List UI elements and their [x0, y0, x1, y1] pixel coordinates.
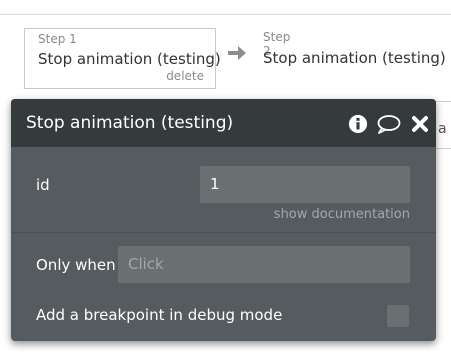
step-1-label: Step 1	[38, 32, 77, 46]
close-icon[interactable]	[410, 114, 430, 134]
breakpoint-checkbox[interactable]	[387, 305, 409, 327]
show-documentation-link[interactable]: show documentation	[274, 207, 410, 222]
panel-header: Stop animation (testing)	[11, 99, 436, 147]
canvas-divider	[436, 101, 451, 102]
id-field-input[interactable]: 1	[200, 166, 410, 203]
only-when-input[interactable]: Click	[118, 246, 410, 283]
arrow-right-icon	[228, 46, 246, 60]
only-when-label: Only when	[36, 256, 116, 274]
comment-icon[interactable]	[376, 114, 401, 134]
workflow-step-1-card[interactable]: Step 1 Stop animation (testing) delete	[24, 28, 221, 89]
id-field-label: id	[36, 176, 50, 194]
canvas-divider	[436, 148, 451, 149]
step-1-delete-link[interactable]: delete	[166, 69, 204, 83]
panel-title: Stop animation (testing)	[26, 113, 234, 133]
section-divider	[11, 232, 436, 233]
step-2-title: Stop animation (testing)	[263, 49, 446, 67]
info-icon[interactable]	[347, 114, 369, 134]
breakpoint-label: Add a breakpoint in debug mode	[36, 306, 283, 324]
step-1-title: Stop animation (testing)	[38, 50, 221, 68]
canvas-top-edge	[0, 0, 451, 15]
property-editor-panel: Stop animation (testing) id 1 show docum…	[11, 99, 436, 341]
offscreen-step-text: a	[438, 121, 447, 137]
